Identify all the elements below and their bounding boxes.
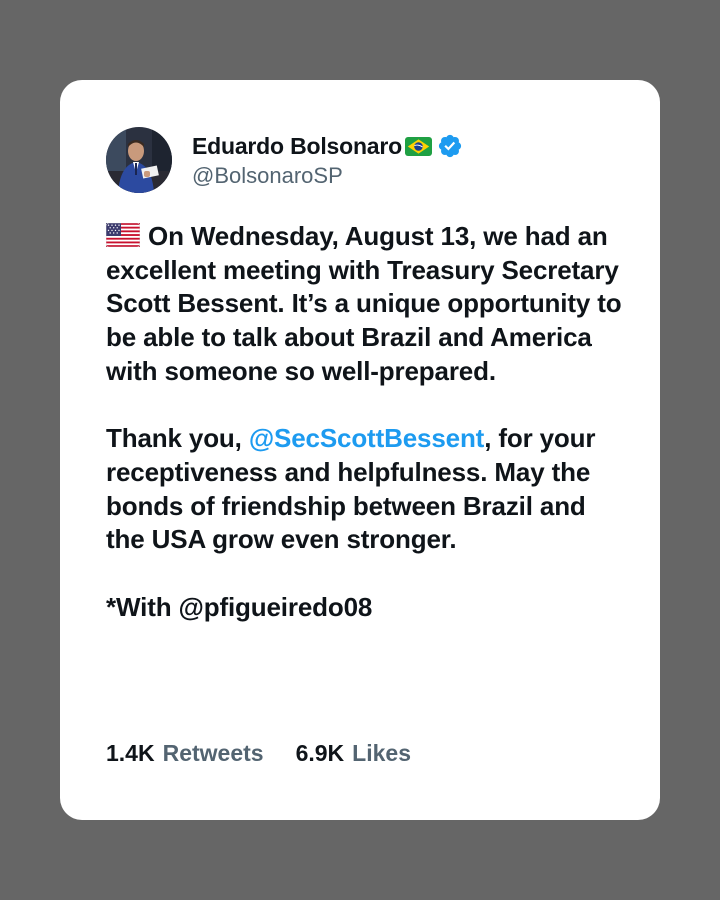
- tweet-paragraph-3: *With @pfigueiredo08: [106, 591, 373, 622]
- likes-label: Likes: [352, 740, 411, 766]
- tweet-card: Eduardo Bolsonaro @BolsonaroSP On Wednes…: [60, 80, 660, 820]
- retweets-stat[interactable]: 1.4K Retweets: [106, 740, 264, 767]
- tweet-body: On Wednesday, August 13, we had an excel…: [106, 220, 626, 624]
- name-row: Eduardo Bolsonaro: [192, 131, 463, 161]
- paragraph-1-text: On Wednesday, August 13, we had an excel…: [106, 221, 622, 386]
- usa-flag-icon: [106, 223, 140, 247]
- likes-count: 6.9K: [295, 740, 345, 766]
- tweet-paragraph-1: On Wednesday, August 13, we had an excel…: [106, 220, 626, 389]
- mention-link[interactable]: @SecScottBessent: [249, 423, 485, 453]
- brazil-flag-icon: [405, 136, 433, 156]
- retweets-count: 1.4K: [106, 740, 155, 766]
- avatar[interactable]: [106, 127, 172, 193]
- paragraph-2-lead: Thank you,: [106, 423, 249, 454]
- likes-stat[interactable]: 6.9K Likes: [296, 740, 411, 767]
- tweet-stats: 1.4K Retweets 6.9K Likes: [106, 740, 411, 767]
- display-name[interactable]: Eduardo Bolsonaro: [192, 133, 402, 160]
- author-block: Eduardo Bolsonaro @BolsonaroSP: [192, 131, 463, 189]
- handle[interactable]: @BolsonaroSP: [192, 163, 463, 189]
- tweet-header: Eduardo Bolsonaro @BolsonaroSP: [106, 127, 463, 193]
- verified-badge-icon: [438, 134, 462, 158]
- tweet-paragraph-2: Thank you, @SecScottBessent, for your re…: [106, 422, 626, 557]
- retweets-label: Retweets: [162, 740, 264, 766]
